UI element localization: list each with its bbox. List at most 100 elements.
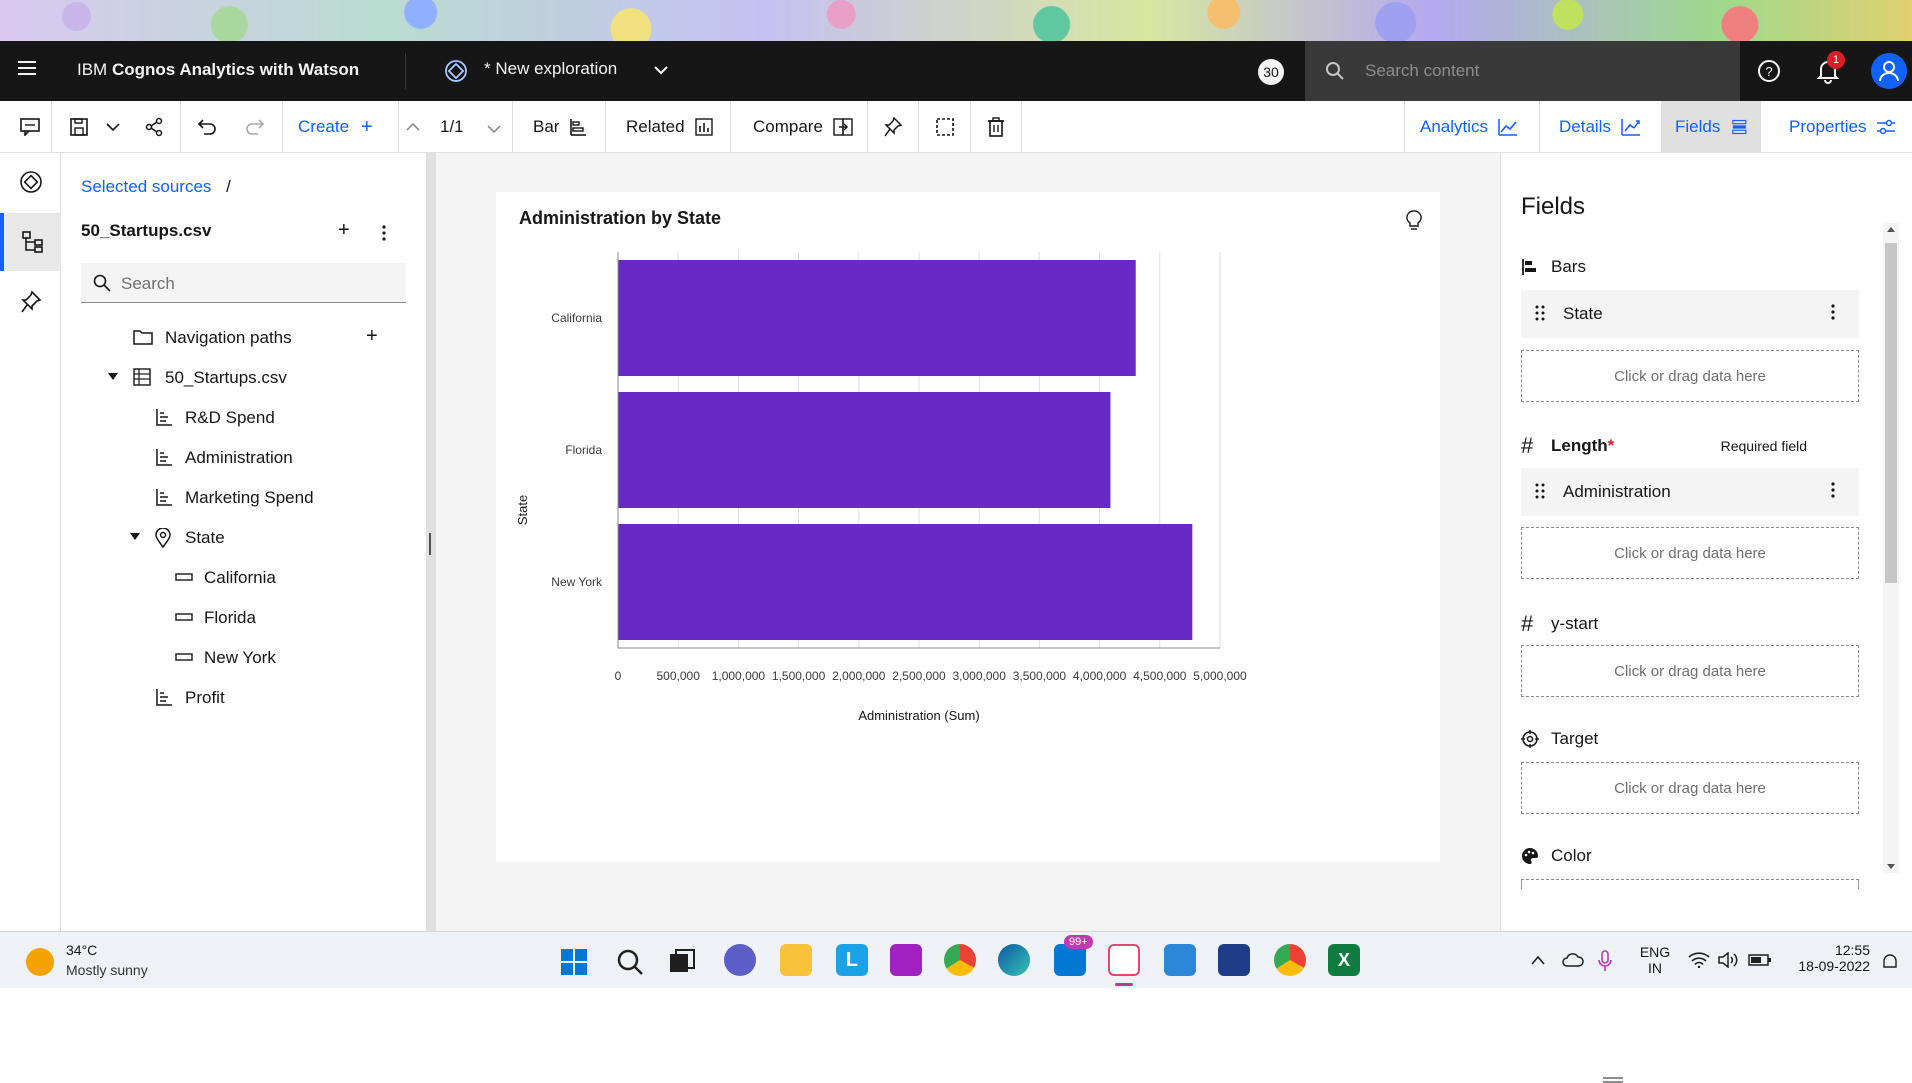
- bar-florida[interactable]: [618, 392, 1111, 508]
- scroll-up-icon[interactable]: [1886, 225, 1896, 233]
- search-icon[interactable]: [616, 948, 644, 976]
- tree-item-new-york[interactable]: New York: [61, 637, 426, 677]
- rail-pin-button[interactable]: [0, 273, 61, 331]
- bars-field-label: State: [1563, 304, 1603, 323]
- undo-icon[interactable]: [196, 118, 216, 136]
- source-search-input[interactable]: Search: [81, 263, 406, 303]
- breadcrumb-selected-sources[interactable]: Selected sources: [81, 177, 211, 196]
- panel-splitter[interactable]: [426, 153, 436, 931]
- delete-icon[interactable]: [987, 117, 1005, 137]
- length-field-chip[interactable]: Administration: [1521, 468, 1859, 516]
- chrome-icon[interactable]: [944, 944, 976, 976]
- desktop-monitor-icon[interactable]: [1164, 944, 1196, 976]
- app-l-icon[interactable]: L: [836, 944, 868, 976]
- ystart-drop-zone[interactable]: Click or drag data here: [1521, 645, 1859, 697]
- wifi-icon[interactable]: [1688, 952, 1710, 968]
- drag-handle-icon[interactable]: [1535, 304, 1545, 322]
- left-navigation-rail: [0, 153, 61, 931]
- user-avatar-icon[interactable]: [1871, 53, 1907, 89]
- scroll-down-icon[interactable]: [1886, 863, 1896, 871]
- select-area-icon[interactable]: [936, 118, 954, 136]
- caret-down-icon[interactable]: [107, 372, 119, 382]
- tree-item-table[interactable]: 50_Startups.csv: [61, 357, 426, 397]
- tree-item-florida[interactable]: Florida: [61, 597, 426, 637]
- target-drop-zone[interactable]: Click or drag data here: [1521, 762, 1859, 814]
- help-icon[interactable]: ?: [1757, 59, 1781, 83]
- bottom-resize-handle[interactable]: [1603, 1077, 1623, 1083]
- tab-properties[interactable]: Properties: [1775, 101, 1910, 153]
- fields-scrollbar[interactable]: [1883, 223, 1899, 873]
- volume-icon[interactable]: [1718, 952, 1740, 968]
- overflow-menu-icon[interactable]: [1831, 304, 1835, 320]
- previous-page-chevron-icon[interactable]: [406, 122, 420, 132]
- tree-item-california[interactable]: California: [61, 557, 426, 597]
- counter-badge[interactable]: 30: [1258, 59, 1284, 85]
- weather-description[interactable]: Mostly sunny: [66, 962, 148, 978]
- tree-item-rd-spend[interactable]: R&D Spend: [61, 397, 426, 437]
- rail-explore-button[interactable]: [0, 153, 61, 211]
- x-tick-label: 0: [615, 669, 622, 683]
- color-drop-zone[interactable]: [1521, 879, 1859, 889]
- y-category-label: New York: [551, 575, 603, 589]
- file-explorer-icon[interactable]: [780, 944, 812, 976]
- notification-center-icon[interactable]: [1882, 954, 1898, 970]
- tree-item-administration[interactable]: Administration: [61, 437, 426, 477]
- redo-icon[interactable]: [246, 118, 266, 136]
- visualization-card[interactable]: Administration by State California Florid…: [496, 192, 1440, 862]
- rail-data-tree-button[interactable]: [0, 213, 61, 271]
- show-hidden-icons-chevron-icon[interactable]: [1530, 954, 1546, 966]
- dev-app-icon[interactable]: [1218, 944, 1250, 976]
- exploration-title[interactable]: * New exploration: [484, 59, 617, 79]
- tab-fields[interactable]: Fields: [1661, 101, 1761, 153]
- weather-sun-icon[interactable]: [26, 948, 54, 976]
- task-view-icon[interactable]: [668, 948, 696, 976]
- add-source-plus-icon[interactable]: +: [338, 219, 350, 242]
- language-indicator[interactable]: ENG IN: [1638, 944, 1672, 976]
- chrome-profile-icon[interactable]: [1274, 944, 1306, 976]
- bar-california[interactable]: [618, 260, 1136, 376]
- hamburger-menu-icon[interactable]: [18, 61, 36, 75]
- weather-temperature[interactable]: 34°C: [66, 942, 97, 958]
- edge-icon[interactable]: [998, 944, 1030, 976]
- tab-details[interactable]: Details: [1545, 101, 1655, 153]
- excel-icon[interactable]: X: [1328, 944, 1360, 976]
- tab-analytics[interactable]: Analytics: [1406, 101, 1532, 153]
- teams-chat-icon[interactable]: [724, 944, 756, 976]
- microphone-icon[interactable]: [1598, 950, 1612, 972]
- bars-drop-zone[interactable]: Click or drag data here: [1521, 350, 1859, 402]
- bar-new-york[interactable]: [618, 524, 1193, 640]
- chevron-down-icon[interactable]: [652, 61, 670, 79]
- fields-scrollbar-thumb[interactable]: [1885, 243, 1897, 583]
- overflow-menu-icon[interactable]: [382, 225, 386, 241]
- share-icon[interactable]: [144, 117, 164, 137]
- next-page-chevron-icon[interactable]: [487, 124, 501, 134]
- comment-icon[interactable]: [20, 118, 40, 136]
- compare-button[interactable]: Compare: [753, 101, 853, 153]
- bars-field-chip[interactable]: State: [1521, 290, 1859, 338]
- tree-item-navigation-paths[interactable]: Navigation paths +: [61, 317, 426, 357]
- snipping-tool-icon[interactable]: [1108, 944, 1140, 976]
- clock[interactable]: 12:55 18-09-2022: [1790, 942, 1870, 974]
- windows-start-icon[interactable]: [560, 948, 588, 976]
- tree-item-profit[interactable]: Profit: [61, 677, 426, 717]
- drag-handle-icon[interactable]: [1535, 482, 1545, 500]
- create-button[interactable]: Create +: [298, 101, 373, 153]
- visualization-type-button[interactable]: Bar: [533, 101, 587, 153]
- search-content-input[interactable]: Search content: [1305, 41, 1740, 101]
- onedrive-cloud-icon[interactable]: [1562, 952, 1584, 968]
- tree-item-marketing-spend[interactable]: Marketing Spend: [61, 477, 426, 517]
- add-navigation-path-plus-icon[interactable]: +: [366, 325, 378, 348]
- battery-icon[interactable]: [1748, 952, 1772, 968]
- properties-sliders-icon: [1877, 119, 1896, 135]
- pin-icon[interactable]: [884, 117, 902, 137]
- length-drop-zone[interactable]: Click or drag data here: [1521, 527, 1859, 579]
- overflow-menu-icon[interactable]: [1831, 482, 1835, 498]
- x-axis-title: Administration (Sum): [858, 708, 979, 723]
- related-button[interactable]: Related: [626, 101, 713, 153]
- tree-item-state[interactable]: State: [61, 517, 426, 557]
- app-purple-icon[interactable]: [890, 944, 922, 976]
- save-menu-chevron-icon[interactable]: [106, 122, 120, 132]
- caret-down-icon[interactable]: [129, 532, 141, 542]
- save-icon[interactable]: [70, 118, 88, 136]
- splitter-grip-icon[interactable]: [429, 533, 431, 555]
